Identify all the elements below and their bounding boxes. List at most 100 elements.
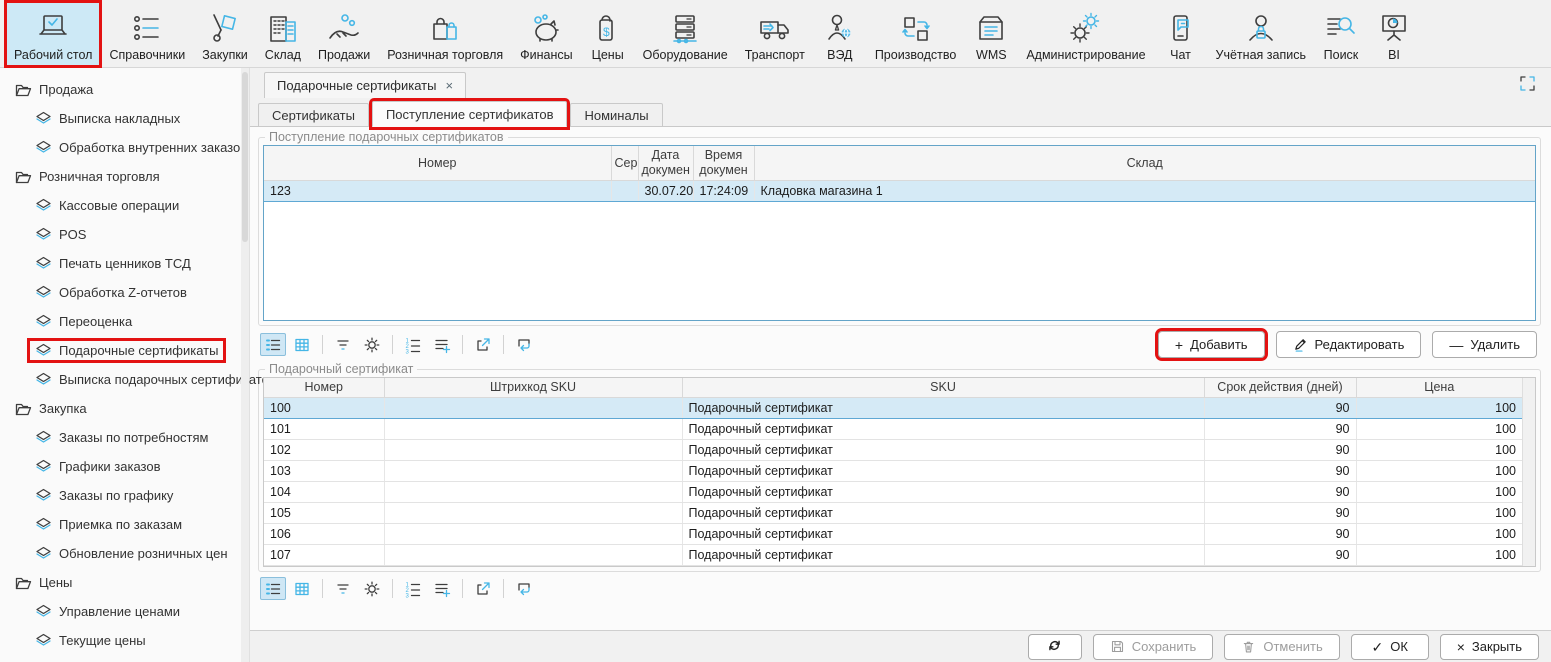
sidebar-item[interactable]: Выписка накладных	[0, 104, 249, 133]
cell-price: 100	[1356, 524, 1522, 545]
sidebar-item[interactable]: Обновление розничных цен	[0, 539, 249, 568]
col-series[interactable]: Сер	[611, 146, 638, 181]
add-button[interactable]: + Добавить	[1158, 331, 1265, 358]
certificate-toolbar-row: 123	[258, 572, 1541, 604]
settings-gear-icon[interactable]	[359, 333, 385, 356]
close-button[interactable]: × Закрыть	[1440, 634, 1539, 660]
open-external-icon[interactable]	[470, 577, 496, 600]
certificate-grid-scrollbar[interactable]	[1522, 378, 1535, 566]
toolbar-item-prices[interactable]: $ Цены	[582, 2, 634, 66]
sidebar-item[interactable]: Печать ценников ТСД	[0, 249, 249, 278]
subtab[interactable]: Номиналы	[570, 103, 662, 127]
toolbar-item-purchases[interactable]: Закупки	[194, 2, 256, 66]
sidebar-item[interactable]: Заказы по потребностям	[0, 423, 249, 452]
col-sku-barcode[interactable]: Штрихкод SKU	[384, 378, 682, 398]
sidebar-item[interactable]: Переоценка	[0, 307, 249, 336]
reload-grid-icon[interactable]	[511, 577, 537, 600]
sidebar-item[interactable]: Розничные цены	[0, 655, 249, 662]
save-disk-icon	[1110, 639, 1125, 654]
toolbar-item-bi[interactable]: BI	[1368, 2, 1420, 66]
toolbar-item-desktop[interactable]: Рабочий стол	[6, 2, 100, 66]
filter-icon[interactable]	[330, 333, 356, 356]
ok-button[interactable]: ✓ ОК	[1351, 634, 1429, 660]
numbered-list-icon[interactable]: 123	[400, 333, 426, 356]
toolbar-item-production[interactable]: Производство	[867, 2, 965, 66]
sidebar-item[interactable]: Выписка подарочных сертификатов	[0, 365, 249, 394]
certificate-row[interactable]: 107 Подарочный сертификат 90 100	[264, 545, 1522, 566]
toolbar-item-directories[interactable]: Справочники	[101, 2, 193, 66]
module-layers-icon	[35, 198, 52, 213]
sidebar-scrollbar[interactable]	[241, 68, 249, 662]
tab-close-icon[interactable]: ×	[445, 79, 453, 92]
toolbar-item-sales[interactable]: Продажи	[310, 2, 378, 66]
edit-button[interactable]: Редактировать	[1276, 331, 1422, 358]
col-price[interactable]: Цена	[1356, 378, 1522, 398]
col-number[interactable]: Номер	[264, 146, 611, 181]
add-row-list-icon[interactable]	[429, 333, 455, 356]
cancel-button[interactable]: Отменить	[1224, 634, 1339, 660]
toolbar-item-equipment[interactable]: Оборудование	[635, 2, 736, 66]
list-view-icon[interactable]	[260, 577, 286, 600]
certificate-row[interactable]: 102 Подарочный сертификат 90 100	[264, 440, 1522, 461]
sidebar-item[interactable]: POS	[0, 220, 249, 249]
certificate-row[interactable]: 106 Подарочный сертификат 90 100	[264, 524, 1522, 545]
sidebar-scrollbar-thumb[interactable]	[242, 72, 248, 242]
certificate-row[interactable]: 101 Подарочный сертификат 90 100	[264, 419, 1522, 440]
warehouse-building-icon	[265, 11, 301, 47]
tab-gift-certificates[interactable]: Подарочные сертификаты ×	[264, 72, 466, 98]
toolbar-item-transport[interactable]: Транспорт	[737, 2, 813, 66]
settings-gear-icon[interactable]	[359, 577, 385, 600]
delete-button[interactable]: — Удалить	[1432, 331, 1537, 358]
subtab[interactable]: Поступление сертификатов	[372, 101, 568, 127]
sidebar-item[interactable]: Кассовые операции	[0, 191, 249, 220]
col-doc-date[interactable]: Дата докумен	[638, 146, 693, 181]
toolbar-item-search[interactable]: Поиск	[1315, 2, 1367, 66]
sidebar-item[interactable]: Розничная торговля	[0, 162, 249, 191]
footer-bar: Сохранить Отменить ✓ ОК × Закрыть	[250, 630, 1551, 662]
sidebar-item[interactable]: Закупка	[0, 394, 249, 423]
toolbar-item-chat[interactable]: Чат	[1155, 2, 1207, 66]
toolbar-item-retail[interactable]: Розничная торговля	[379, 2, 511, 66]
cell-price: 100	[1356, 461, 1522, 482]
refresh-button[interactable]	[1028, 634, 1082, 660]
cell-number: 100	[264, 398, 384, 419]
sidebar-item[interactable]: Продажа	[0, 75, 249, 104]
sidebar-item[interactable]: Приемка по заказам	[0, 510, 249, 539]
grid-view-icon[interactable]	[289, 577, 315, 600]
add-row-list-icon[interactable]	[429, 577, 455, 600]
toolbar-item-administration[interactable]: Администрирование	[1018, 2, 1153, 66]
fullscreen-toggle-icon[interactable]	[1516, 72, 1539, 95]
col-sku[interactable]: SKU	[682, 378, 1204, 398]
col-validity[interactable]: Срок действия (дней)	[1204, 378, 1356, 398]
filter-icon[interactable]	[330, 577, 356, 600]
certificate-row[interactable]: 105 Подарочный сертификат 90 100	[264, 503, 1522, 524]
toolbar-item-finance[interactable]: Финансы	[512, 2, 580, 66]
list-view-icon[interactable]	[260, 333, 286, 356]
certificate-row[interactable]: 104 Подарочный сертификат 90 100	[264, 482, 1522, 503]
col-warehouse[interactable]: Склад	[754, 146, 1535, 181]
certificate-row[interactable]: 100 Подарочный сертификат 90 100	[264, 398, 1522, 419]
toolbar-item-account[interactable]: Учётная запись	[1208, 2, 1314, 66]
sidebar-item[interactable]: Обработка Z-отчетов	[0, 278, 249, 307]
sidebar-item[interactable]: Текущие цены	[0, 626, 249, 655]
sidebar-item[interactable]: Управление ценами	[0, 597, 249, 626]
sidebar-item[interactable]: Цены	[0, 568, 249, 597]
certificate-row[interactable]: 103 Подарочный сертификат 90 100	[264, 461, 1522, 482]
toolbar-item-warehouse[interactable]: Склад	[257, 2, 309, 66]
col-doc-time[interactable]: Время докумен	[693, 146, 754, 181]
sidebar-item[interactable]: Подарочные сертификаты	[0, 336, 249, 365]
subtab[interactable]: Сертификаты	[258, 103, 369, 127]
open-external-icon[interactable]	[470, 333, 496, 356]
receipt-row[interactable]: 123 30.07.20 17:24:09 Кладовка магазина …	[264, 181, 1535, 202]
numbered-list-icon[interactable]: 123	[400, 577, 426, 600]
trash-icon	[1241, 639, 1256, 654]
grid-view-icon[interactable]	[289, 333, 315, 356]
reload-grid-icon[interactable]	[511, 333, 537, 356]
save-button[interactable]: Сохранить	[1093, 634, 1214, 660]
toolbar-item-wms[interactable]: WMS	[965, 2, 1017, 66]
toolbar-item-ved[interactable]: ВЭД	[814, 2, 866, 66]
sidebar-item[interactable]: Заказы по графику	[0, 481, 249, 510]
col-number[interactable]: Номер	[264, 378, 384, 398]
sidebar-item[interactable]: Обработка внутренних заказов	[0, 133, 249, 162]
sidebar-item[interactable]: Графики заказов	[0, 452, 249, 481]
